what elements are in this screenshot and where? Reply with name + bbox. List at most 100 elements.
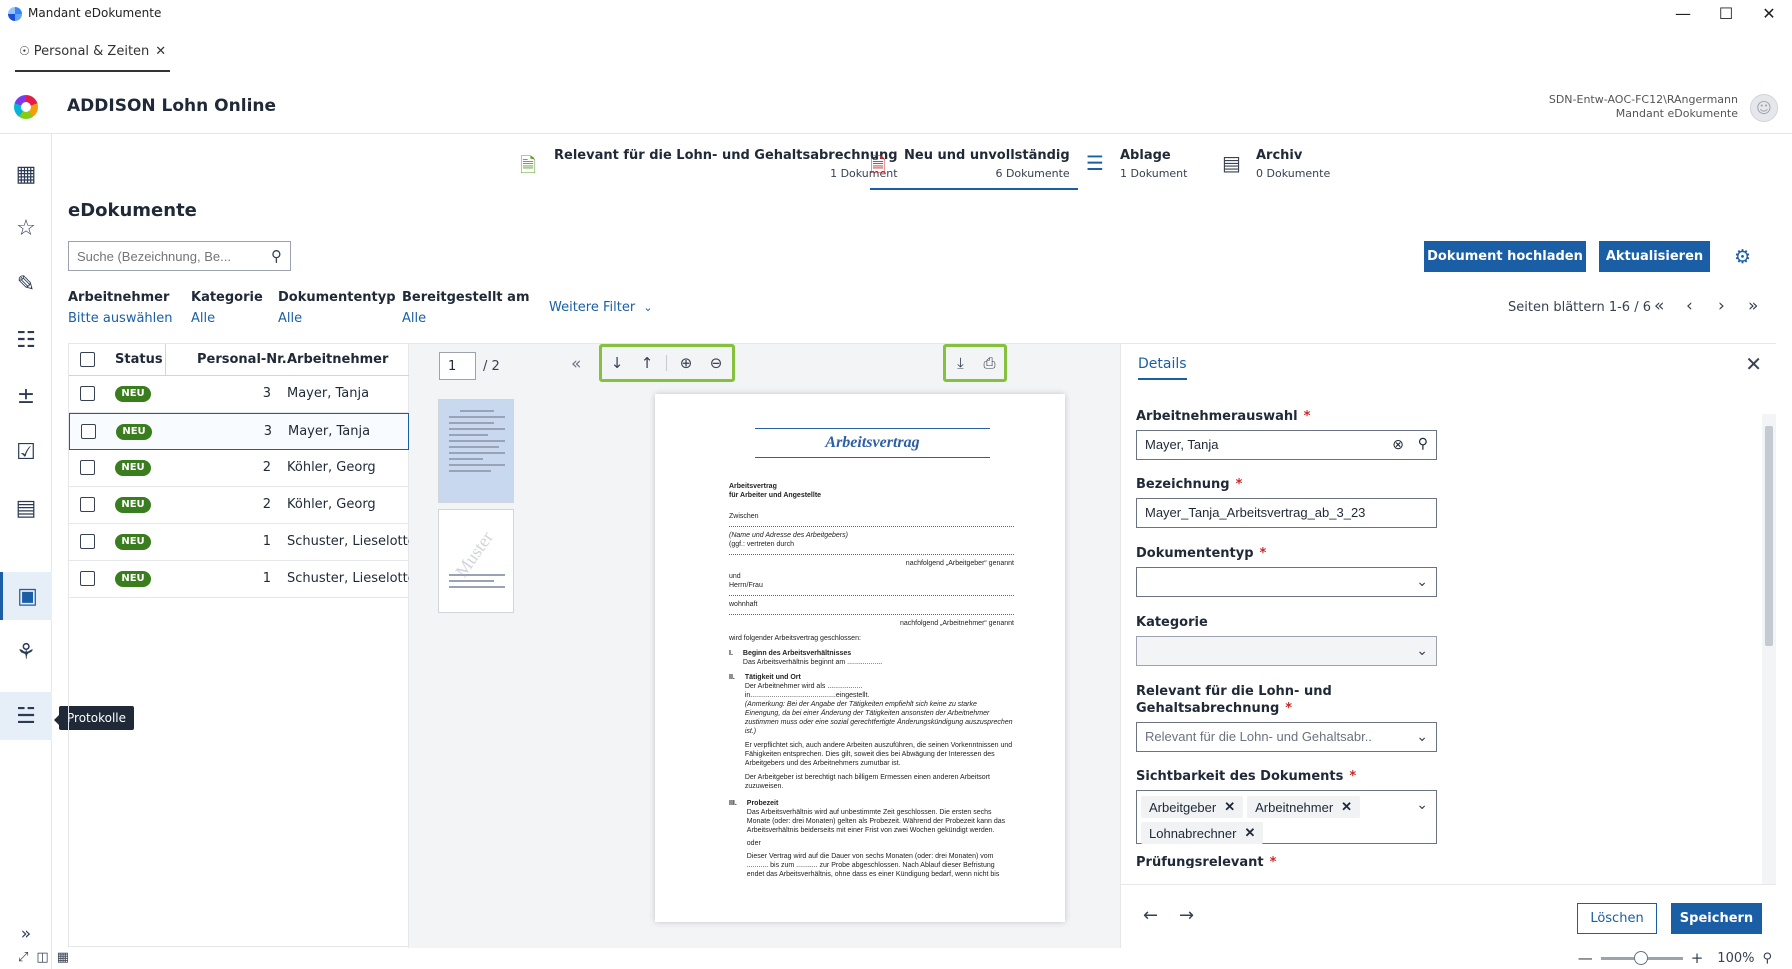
calendar-icon[interactable]: ☷ [0, 316, 52, 364]
last-page-icon[interactable]: » [1748, 296, 1758, 316]
page-thumbnail-1[interactable] [438, 399, 514, 503]
filter-kategorie[interactable]: Kategorie Alle [191, 290, 263, 326]
next-page-icon[interactable]: › [1718, 296, 1725, 316]
zoom-out-icon[interactable]: ⊖ [701, 354, 731, 372]
employee-name: Köhler, Georg [287, 497, 376, 512]
row-checkbox[interactable] [81, 424, 96, 439]
tab-neu[interactable]: 🗎 Neu und unvollständig 6 Dokumente [870, 148, 1078, 190]
header-nr[interactable]: Personal-Nr. [197, 352, 287, 367]
next-document-icon[interactable]: → [1179, 905, 1194, 926]
tab-archiv[interactable]: ▤ Archiv 0 Dokumente [1222, 148, 1330, 190]
table-row[interactable]: NEU 3 Mayer, Tanja [69, 376, 409, 413]
split-view-icon[interactable]: ◫ [36, 950, 48, 965]
filter-value[interactable]: Alle [278, 311, 396, 326]
table-row[interactable]: NEU 2 Köhler, Georg [69, 450, 409, 487]
clear-icon[interactable]: ⊗ [1392, 436, 1404, 453]
tab-relevant[interactable]: 🗎 Relevant für die Lohn- und Gehaltsabre… [520, 148, 898, 190]
calendar-check-icon[interactable]: ☑ [0, 428, 52, 476]
row-checkbox[interactable] [80, 460, 95, 475]
star-icon[interactable]: ☆ [0, 204, 52, 252]
calculator-icon[interactable]: ± [0, 372, 52, 420]
tab-details[interactable]: Details [1138, 356, 1187, 380]
table-row[interactable]: NEU 1 Schuster, Lieselotte [69, 561, 416, 598]
dokumententyp-select[interactable]: ⌄ [1136, 567, 1437, 597]
zoom-in-icon[interactable]: ⊕ [671, 354, 701, 372]
header-status[interactable]: Status [115, 352, 163, 367]
table-row[interactable]: NEU 1 Schuster, Lieselotte [69, 524, 416, 561]
filter-value[interactable]: Alle [191, 311, 263, 326]
kategorie-select[interactable]: ⌄ [1136, 636, 1437, 666]
doc-text: Er verpflichtet sich, auch andere Arbeit… [744, 742, 1013, 767]
edocuments-icon[interactable]: ▣ [0, 572, 52, 620]
document-check-icon: 🗎 [520, 153, 537, 177]
arbeitnehmer-field[interactable]: Mayer, Tanja ⊗ ⚲ [1136, 430, 1437, 460]
prev-page-up-icon[interactable]: ↑ [632, 354, 662, 372]
row-checkbox[interactable] [80, 534, 95, 549]
dokumententyp-label: Dokumententyp * [1136, 545, 1266, 562]
table-row[interactable]: NEU 3 Mayer, Tanja [69, 413, 409, 450]
tab-ablage[interactable]: ☰ Ablage 1 Dokument [1086, 148, 1187, 190]
search-icon[interactable]: ⚲ [1762, 951, 1772, 966]
pruefung-label: Prüfungsrelevant * [1136, 854, 1276, 868]
doc-text: Zwischen [729, 513, 759, 520]
zoom-out-button[interactable]: — [1578, 949, 1593, 967]
person-edit-icon[interactable]: ✎ [0, 260, 52, 308]
filter-dokumententyp[interactable]: Dokumententyp Alle [278, 290, 396, 326]
collapse-thumbnails-icon[interactable]: « [571, 354, 581, 374]
close-icon[interactable]: ✕ [1745, 352, 1762, 376]
avatar[interactable]: ☺ [1750, 94, 1778, 122]
close-tab-icon[interactable]: ✕ [155, 44, 166, 59]
page-number-input[interactable]: 1 [439, 352, 476, 380]
delete-button[interactable]: Löschen [1577, 903, 1657, 934]
relevant-select[interactable]: Relevant für die Lohn- und Gehaltsabr.. … [1136, 722, 1437, 752]
save-button[interactable]: Speichern [1671, 903, 1762, 934]
maximize-button[interactable]: ☐ [1706, 2, 1746, 26]
remove-chip-icon[interactable]: ✕ [1244, 825, 1255, 841]
filter-arbeitnehmer[interactable]: Arbeitnehmer Bitte auswählen [68, 290, 173, 326]
remove-chip-icon[interactable]: ✕ [1224, 799, 1235, 815]
gear-icon[interactable]: ⚙ [1734, 246, 1751, 268]
relevant-value: Relevant für die Lohn- und Gehaltsabr.. [1145, 729, 1372, 744]
remove-chip-icon[interactable]: ✕ [1341, 799, 1352, 815]
refresh-button[interactable]: Aktualisieren [1599, 241, 1710, 272]
upload-document-button[interactable]: Dokument hochladen [1424, 241, 1586, 272]
scrollbar-thumb[interactable] [1765, 426, 1773, 646]
prev-document-icon[interactable]: ← [1143, 905, 1158, 926]
tab-personal-zeiten[interactable]: ☉ Personal & Zeiten ✕ [15, 38, 171, 72]
groups-icon[interactable]: ⚘ [0, 628, 52, 676]
next-page-down-icon[interactable]: ↓ [602, 354, 632, 372]
minimize-button[interactable]: — [1663, 2, 1703, 26]
fullscreen-icon[interactable]: ⤢ [18, 950, 28, 965]
details-scrollbar[interactable] [1762, 414, 1776, 884]
row-checkbox[interactable] [80, 386, 95, 401]
sichtbarkeit-multiselect[interactable]: Arbeitgeber ✕ Arbeitnehmer ✕ Lohnabrechner ✕ … [1136, 790, 1437, 844]
search-icon[interactable]: ⚲ [1418, 435, 1428, 452]
row-checkbox[interactable] [80, 571, 95, 586]
search-icon[interactable]: ⚲ [271, 247, 282, 265]
zoom-slider-knob[interactable] [1633, 950, 1648, 965]
filter-bereitgestellt[interactable]: Bereitgestellt am Alle [402, 290, 530, 326]
zoom-in-button[interactable]: + [1691, 949, 1704, 967]
row-checkbox[interactable] [80, 497, 95, 512]
bezeichnung-field[interactable]: Mayer_Tanja_Arbeitsvertrag_ab_3_23 [1136, 498, 1437, 528]
more-filters-button[interactable]: Weitere Filter ⌄ [549, 300, 653, 315]
page-thumbnail-2[interactable]: Muster [438, 509, 514, 613]
tab-relevant-count: 1 Dokument [830, 167, 898, 180]
table-row[interactable]: NEU 2 Köhler, Georg [69, 487, 409, 524]
search-input[interactable] [69, 242, 259, 270]
details-form: Arbeitnehmerauswahl * Mayer, Tanja ⊗ ⚲ Be… [1136, 408, 1736, 868]
required-mark: * [1259, 546, 1267, 561]
protocols-icon[interactable]: ☱ [0, 692, 52, 740]
filter-value[interactable]: Bitte auswählen [68, 311, 173, 326]
print-icon[interactable]: ⎙ [975, 354, 1004, 372]
header-name[interactable]: Arbeitnehmer [287, 352, 388, 367]
prev-page-icon[interactable]: ‹ [1686, 296, 1693, 316]
grid-view-icon[interactable]: ▦ [57, 950, 69, 965]
close-window-button[interactable]: ✕ [1749, 2, 1789, 26]
first-page-icon[interactable]: « [1654, 296, 1664, 316]
calendar-list-icon[interactable]: ▤ [0, 484, 52, 532]
download-icon[interactable]: ⤓ [946, 354, 975, 372]
select-all-checkbox[interactable] [80, 352, 95, 367]
filter-value[interactable]: Alle [402, 311, 530, 326]
zoom-slider[interactable] [1600, 950, 1683, 965]
